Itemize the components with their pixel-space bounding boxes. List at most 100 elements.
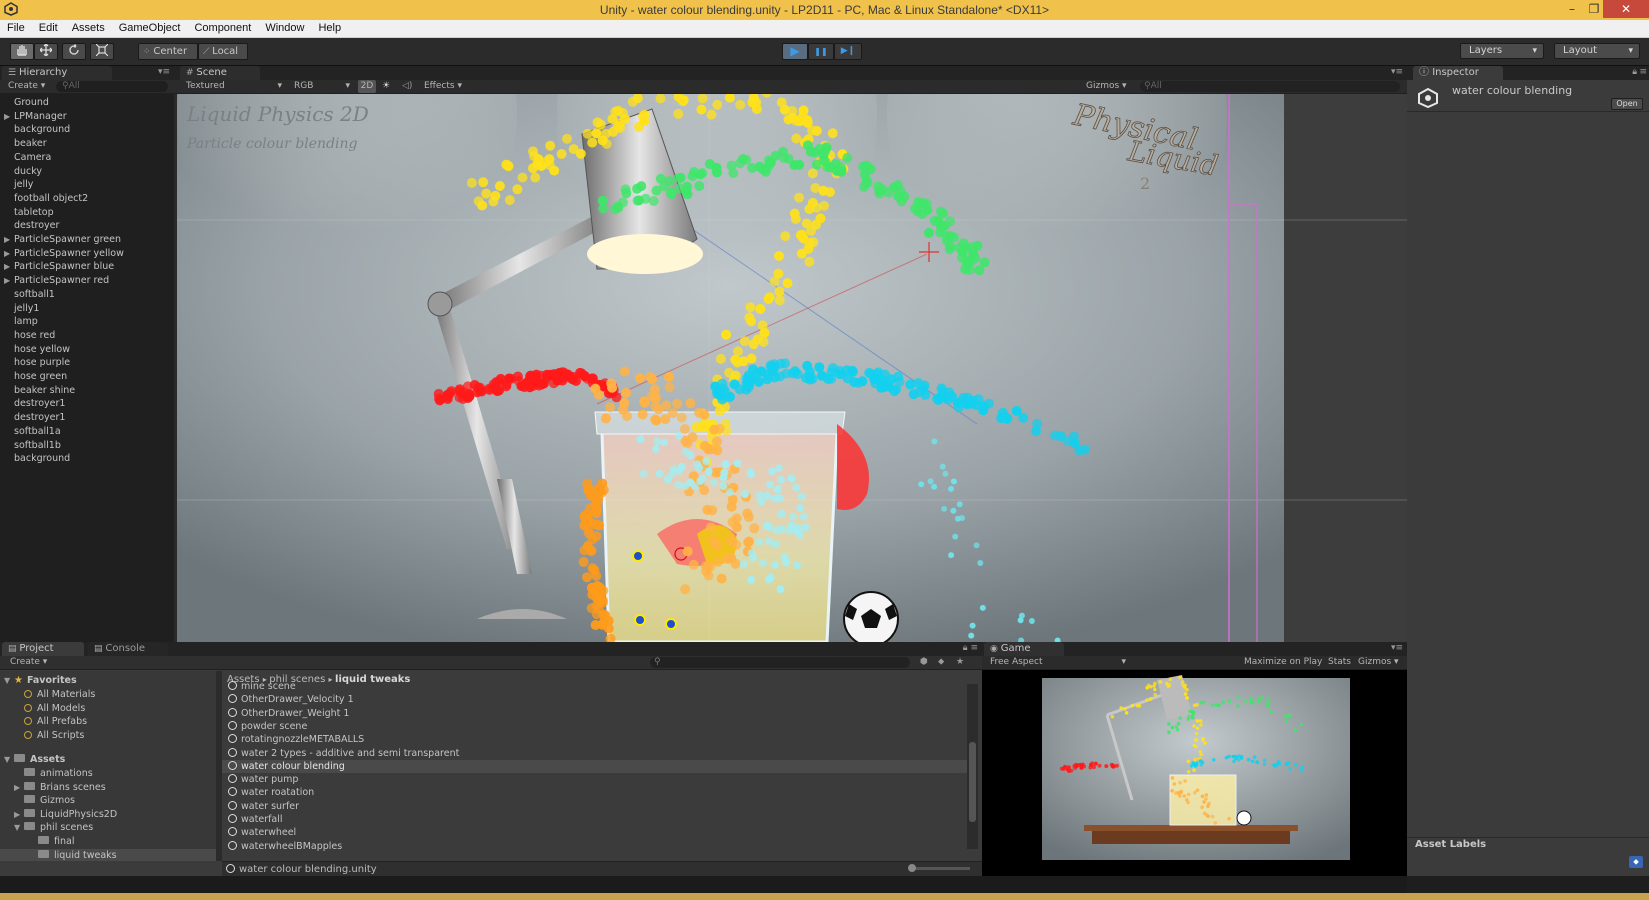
file-item[interactable]: water colour blending xyxy=(222,759,967,773)
favorite-item[interactable]: All Scripts xyxy=(24,729,84,742)
close-button[interactable]: ✕ xyxy=(1603,0,1649,18)
layout-dropdown[interactable]: Layout xyxy=(1554,43,1640,59)
space-toggle[interactable]: ⟋ Local xyxy=(198,43,248,60)
audio-toggle-icon[interactable]: ◁) xyxy=(402,80,412,93)
hierarchy-item[interactable]: hose yellow xyxy=(4,343,70,356)
hierarchy-item[interactable]: ducky xyxy=(4,165,42,178)
tab-game[interactable]: ◉ Game xyxy=(984,642,1064,656)
menu-help[interactable]: Help xyxy=(311,20,348,34)
menu-gameobject[interactable]: GameObject xyxy=(112,20,188,34)
file-item[interactable]: rotatingnozzleMETABALLS xyxy=(222,733,967,746)
hierarchy-create-button[interactable]: Create ▾ xyxy=(8,80,45,93)
folder-item[interactable]: ▶ Brians scenes xyxy=(14,781,216,794)
favorite-star-icon[interactable]: ★ xyxy=(956,656,964,669)
expand-arrow-icon[interactable]: ▶ xyxy=(4,110,14,123)
expand-arrow-icon[interactable]: ▶ xyxy=(14,781,24,794)
pivot-toggle[interactable]: ⁘ Center xyxy=(138,43,198,60)
hierarchy-item[interactable]: destroyer xyxy=(4,219,59,232)
project-search-input[interactable]: ⚲ xyxy=(650,657,910,668)
menu-component[interactable]: Component xyxy=(187,20,258,34)
assets-header[interactable]: ▼ Assets xyxy=(4,753,65,766)
stats-toggle[interactable]: Stats xyxy=(1328,656,1351,669)
hand-tool-icon[interactable] xyxy=(10,43,34,60)
game-viewport[interactable] xyxy=(982,670,1407,876)
folder-item[interactable]: liquid tweaks xyxy=(0,848,216,861)
file-item[interactable]: powder scene xyxy=(222,720,967,733)
filter-label-icon[interactable]: ⬥ xyxy=(938,656,944,669)
file-list-scrollbar[interactable] xyxy=(967,684,978,849)
aspect-dropdown[interactable]: Free Aspect ▾ xyxy=(990,656,1126,669)
menu-window[interactable]: Window xyxy=(258,20,311,34)
tab-scene[interactable]: # Scene xyxy=(180,66,260,80)
effects-dropdown[interactable]: Effects ▾ xyxy=(424,80,462,93)
label-tag-icon[interactable]: ⬥ xyxy=(1629,856,1643,868)
render-mode-dropdown[interactable]: RGB ▾ xyxy=(294,80,350,93)
menu-assets[interactable]: Assets xyxy=(65,20,112,34)
hierarchy-item[interactable]: ▶ LPManager xyxy=(4,110,67,123)
file-item[interactable]: OtherDrawer_Velocity 1 xyxy=(222,693,967,706)
hierarchy-item[interactable]: background xyxy=(4,452,70,465)
hierarchy-search-input[interactable]: ⚲All xyxy=(56,81,168,92)
tab-project[interactable]: ▤ Project xyxy=(2,642,84,656)
maximize-on-play-toggle[interactable]: Maximize on Play xyxy=(1244,656,1322,669)
hierarchy-item[interactable]: Ground xyxy=(4,96,49,109)
hierarchy-item[interactable]: beaker xyxy=(4,137,47,150)
play-button[interactable]: ▶ xyxy=(782,43,808,60)
menu-edit[interactable]: Edit xyxy=(32,20,65,34)
panel-menu-icon[interactable]: ▾≡ xyxy=(158,67,170,77)
file-item[interactable]: water pump xyxy=(222,773,967,786)
hierarchy-item[interactable]: tabletop xyxy=(4,206,54,219)
inspector-menu-icon[interactable]: ≡ xyxy=(1639,67,1647,77)
hierarchy-item[interactable]: lamp xyxy=(4,315,38,328)
game-gizmos-dropdown[interactable]: Gizmos ▾ xyxy=(1358,656,1399,669)
hierarchy-item[interactable]: ▶ ParticleSpawner red xyxy=(4,274,109,287)
folder-item[interactable]: animations xyxy=(14,767,216,780)
gizmos-dropdown[interactable]: Gizmos ▾ xyxy=(1086,80,1127,93)
favorite-item[interactable]: All Models xyxy=(24,702,85,715)
pause-button[interactable]: ❚❚ xyxy=(808,43,834,60)
folder-item[interactable]: final xyxy=(28,835,216,848)
favorites-header[interactable]: ▼ ★ Favorites xyxy=(4,674,77,687)
rotate-tool-icon[interactable] xyxy=(62,43,86,60)
scene-viewport[interactable]: Liquid Physics 2D Particle colour blendi… xyxy=(177,94,1407,642)
hierarchy-item[interactable]: destroyer1 xyxy=(4,411,65,424)
icon-size-slider[interactable] xyxy=(908,864,970,872)
favorite-item[interactable]: All Materials xyxy=(24,688,95,701)
file-item[interactable]: water 2 types - additive and semi transp… xyxy=(222,747,967,760)
2d-toggle[interactable]: 2D xyxy=(358,80,376,93)
tab-hierarchy[interactable]: ☰ Hierarchy xyxy=(2,66,112,80)
file-item[interactable]: mine scene xyxy=(222,680,967,693)
shading-dropdown[interactable]: Textured ▾ xyxy=(186,80,282,93)
hierarchy-item[interactable]: hose green xyxy=(4,370,67,383)
expand-arrow-icon[interactable]: ▶ xyxy=(4,260,14,273)
hierarchy-item[interactable]: jelly1 xyxy=(4,302,39,315)
lock-icon[interactable]: 🔒︎ xyxy=(1632,67,1637,77)
hierarchy-item[interactable]: softball1a xyxy=(4,425,61,438)
folder-item[interactable]: ▶ LiquidPhysics2D xyxy=(14,808,216,821)
slider-knob[interactable] xyxy=(908,864,916,872)
scrollbar-thumb[interactable] xyxy=(969,742,976,822)
hierarchy-item[interactable]: softball1 xyxy=(4,288,55,301)
hierarchy-item[interactable]: hose red xyxy=(4,329,55,342)
file-item[interactable]: waterwheelBMapples xyxy=(222,840,967,853)
move-tool-icon[interactable] xyxy=(34,43,58,60)
hierarchy-item[interactable]: ▶ ParticleSpawner yellow xyxy=(4,247,124,260)
tab-inspector[interactable]: ⓘ Inspector xyxy=(1413,66,1503,80)
folder-item[interactable]: Gizmos xyxy=(14,794,216,807)
hierarchy-item[interactable]: jelly xyxy=(4,178,33,191)
lighting-toggle-icon[interactable]: ☀ xyxy=(382,80,390,93)
expand-arrow-icon[interactable]: ▶ xyxy=(4,233,14,246)
layers-dropdown[interactable]: Layers xyxy=(1460,43,1544,59)
folder-item[interactable]: ▼ phil scenes xyxy=(14,821,216,834)
open-button[interactable]: Open xyxy=(1611,98,1643,110)
project-menu-icon[interactable]: 🔒︎ ≡ xyxy=(963,643,978,653)
hierarchy-item[interactable]: background xyxy=(4,123,70,136)
hierarchy-item[interactable]: beaker shine xyxy=(4,384,75,397)
favorite-item[interactable]: All Prefabs xyxy=(24,715,87,728)
scene-panel-menu-icon[interactable]: ▾≡ xyxy=(1391,67,1403,77)
expand-arrow-icon[interactable]: ▼ xyxy=(14,821,24,834)
step-button[interactable]: ▶❙ xyxy=(834,43,862,60)
tab-console[interactable]: ▤ Console xyxy=(88,642,168,656)
file-item[interactable]: water surfer xyxy=(222,800,967,813)
scene-search-input[interactable]: ⚲All xyxy=(1140,81,1400,92)
